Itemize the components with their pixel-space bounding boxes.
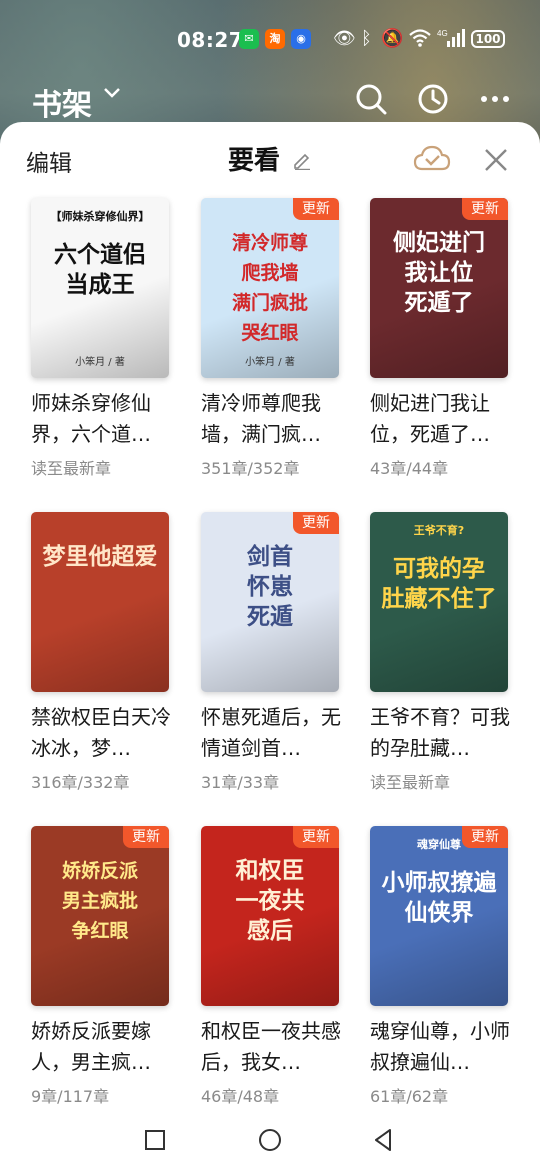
edit-button[interactable]: 编辑 [26,144,72,178]
status-time: 08:27 [177,28,244,52]
signal-icon: 4G [437,28,465,53]
book-title[interactable]: 禁欲权臣白天冷冰冰，梦… [31,702,181,764]
cover-top-text: 王爷不育? [413,524,465,537]
update-badge: 更新 [293,826,339,848]
bluetooth-icon: ᛒ [361,28,372,49]
cover-title-art: 六个道侣 当成王 [54,242,146,298]
taobao-icon: 淘 [265,29,285,49]
book-cover[interactable]: 魂穿仙尊 小师叔撩遍 仙侠界 更新 [370,826,508,1006]
book-progress: 351章/352章 [201,459,300,478]
cover-author: 小笨月 / 著 [75,357,125,368]
update-badge: 更新 [293,198,339,220]
book-title[interactable]: 魂穿仙尊，小师叔撩遍仙… [370,1016,520,1078]
book-progress: 31章/33章 [201,773,280,792]
book-title[interactable]: 怀崽死遁后，无情道剑首… [201,702,351,764]
book-title[interactable]: 师妹杀穿修仙界，六个道… [31,388,181,450]
close-icon[interactable] [482,146,510,174]
book-progress: 61章/62章 [370,1087,449,1106]
bookshelf-sheet: 编辑 要看 【师妹杀穿修仙界】六个道侣 当成王小笨月 / 著师妹杀穿修仙界，六个… [0,122,540,1170]
shelf-title[interactable]: 书架 [32,80,92,124]
bulb-icon: ◉ [291,29,311,49]
cover-title-art: 可我的孕 肚藏不住了 [381,556,497,612]
book-title[interactable]: 和权臣一夜共感后，我女… [201,1016,351,1078]
recent-apps-icon[interactable] [141,1126,169,1154]
wifi-icon [409,28,431,53]
wechat-icon: ✉ [239,29,259,49]
book-cover[interactable]: 梦里他超爱 [31,512,169,692]
book-progress: 9章/117章 [31,1087,110,1106]
book-title[interactable]: 侧妃进门我让位，死遁了… [370,388,520,450]
search-icon[interactable] [354,82,388,116]
book-cover[interactable]: 【师妹杀穿修仙界】六个道侣 当成王小笨月 / 著 [31,198,169,378]
cover-title-art: 梦里他超爱 [42,544,158,570]
book-cover[interactable]: 和权臣 一夜共 感后 更新 [201,826,339,1006]
shelf-header: 书架 [0,70,540,126]
more-icon[interactable] [478,82,512,116]
book-title[interactable]: 娇娇反派要嫁人，男主疯… [31,1016,181,1078]
cloud-check-icon[interactable] [413,144,451,174]
battery-icon: 100 [471,30,505,48]
update-badge: 更新 [462,198,508,220]
home-icon[interactable] [256,1126,284,1154]
book-progress: 读至最新章 [370,773,451,792]
book-progress: 46章/48章 [201,1087,280,1106]
cover-top-text: 【师妹杀穿修仙界】 [50,210,150,223]
book-progress: 316章/332章 [31,773,130,792]
update-badge: 更新 [123,826,169,848]
book-cover[interactable]: 清冷师尊 爬我墙 满门疯批 哭红眼小笨月 / 著 更新 [201,198,339,378]
cover-title-art: 娇娇反派 男主疯批 争红眼 [61,860,138,942]
system-nav-bar [0,1110,540,1170]
cover-title-art: 清冷师尊 爬我墙 满门疯批 哭红眼 [231,232,308,344]
eye-icon: 👁 [333,28,356,49]
cover-author: 小笨月 / 著 [245,357,295,368]
pencil-icon[interactable] [292,150,312,170]
cover-title-art: 剑首 怀崽 死遁 [247,544,293,630]
cover-title-art: 和权臣 一夜共 感后 [235,858,305,944]
cover-title-art: 侧妃进门 我让位 死遁了 [393,230,485,316]
cover-title-art: 小师叔撩遍 仙侠界 [381,870,497,926]
book-cover[interactable]: 娇娇反派 男主疯批 争红眼 更新 [31,826,169,1006]
update-badge: 更新 [293,512,339,534]
group-title[interactable]: 要看 [228,140,280,177]
book-cover[interactable]: 剑首 怀崽 死遁 更新 [201,512,339,692]
book-progress: 43章/44章 [370,459,449,478]
svg-text:4G: 4G [437,29,448,38]
history-icon[interactable] [416,82,450,116]
status-bar: 08:27 ✉ 淘 ◉ 👁 ᛒ 🔕 4G 100 [0,22,540,58]
book-cover[interactable]: 侧妃进门 我让位 死遁了 更新 [370,198,508,378]
book-progress: 读至最新章 [31,459,112,478]
book-title[interactable]: 清冷师尊爬我墙，满门疯… [201,388,351,450]
update-badge: 更新 [462,826,508,848]
book-title[interactable]: 王爷不育？可我的孕肚藏… [370,702,520,764]
chevron-down-icon[interactable] [103,84,121,105]
back-icon[interactable] [370,1126,398,1154]
book-cover[interactable]: 王爷不育? 可我的孕 肚藏不住了 [370,512,508,692]
mute-bell-icon: 🔕 [381,28,404,49]
